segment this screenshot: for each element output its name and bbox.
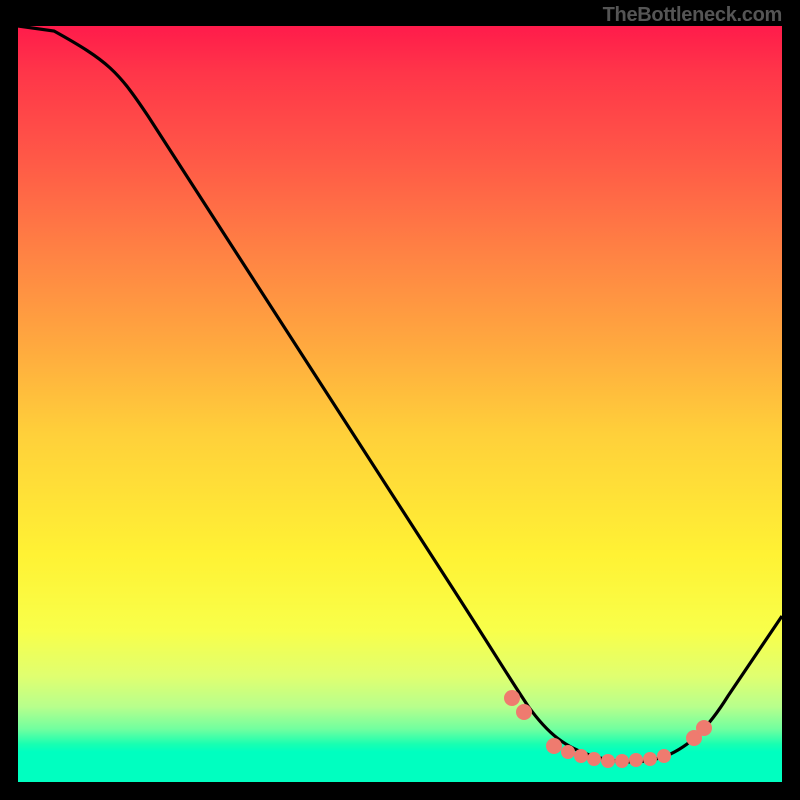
marker-point — [696, 720, 712, 736]
marker-point — [629, 753, 643, 767]
chart-container: TheBottleneck.com — [0, 0, 800, 800]
marker-point — [643, 752, 657, 766]
marker-point — [561, 745, 575, 759]
plot-frame — [18, 26, 782, 782]
marker-point — [574, 749, 588, 763]
plot-area — [18, 26, 782, 782]
marker-point — [504, 690, 520, 706]
marker-point — [516, 704, 532, 720]
marker-point — [615, 754, 629, 768]
marker-point — [657, 749, 671, 763]
optimum-markers-group — [504, 690, 712, 768]
bottleneck-curve-line — [18, 26, 782, 762]
marker-point — [546, 738, 562, 754]
marker-point — [587, 752, 601, 766]
marker-point — [601, 754, 615, 768]
attribution-text: TheBottleneck.com — [603, 4, 782, 27]
chart-svg — [18, 26, 782, 782]
